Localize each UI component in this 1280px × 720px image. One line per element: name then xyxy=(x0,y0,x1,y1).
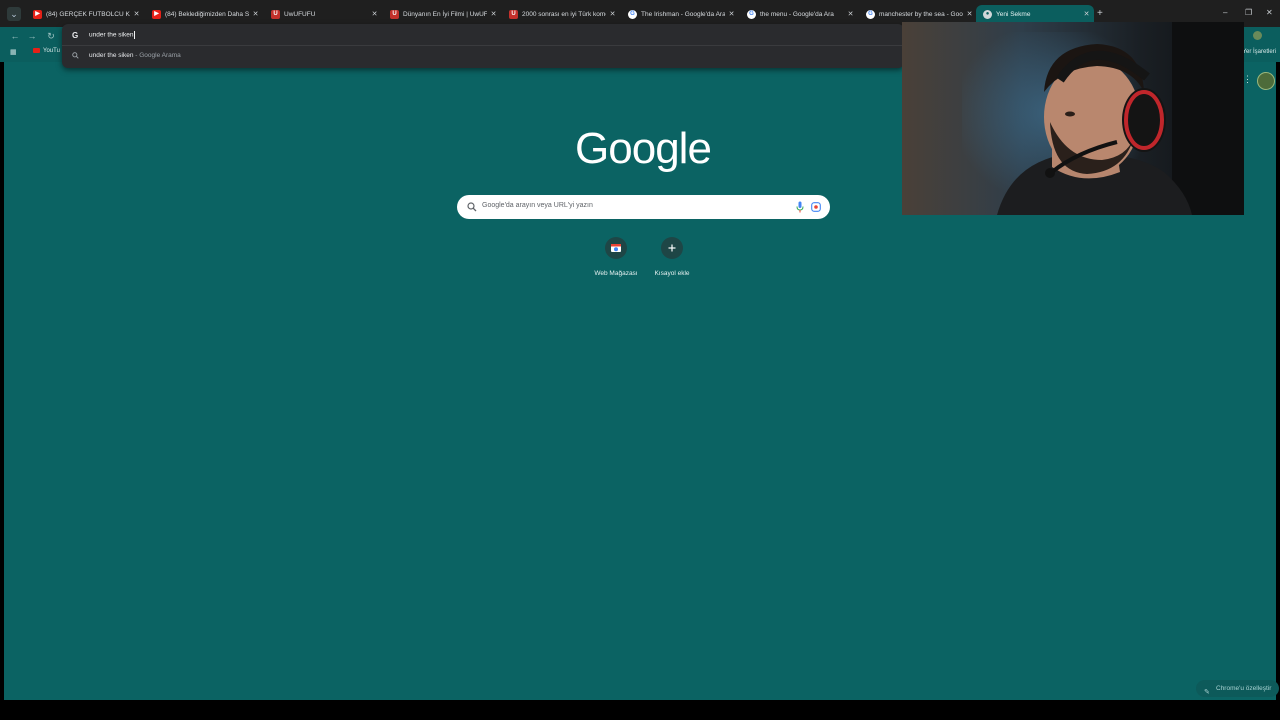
avatar[interactable] xyxy=(1257,72,1275,90)
webcam-image xyxy=(902,22,1244,215)
maximize-icon[interactable]: ❐ xyxy=(1245,8,1252,18)
google-icon: G xyxy=(628,10,637,19)
text-caret xyxy=(134,31,136,39)
youtube-icon: ▶ xyxy=(152,10,161,19)
shortcut-web-store[interactable]: Web Mağazası xyxy=(586,237,646,277)
google-icon: G xyxy=(72,31,79,40)
tab[interactable]: ▶ (84) GERÇEK FUTBOLCU KARŞI ✕ xyxy=(26,5,144,24)
omnibox-suggestion[interactable]: under the siken - Google Arama xyxy=(62,46,904,66)
back-icon[interactable]: ← xyxy=(8,29,22,43)
tab[interactable]: U Dünyanın En İyi Filmi | UwUFUF ✕ xyxy=(383,5,501,24)
web-store-icon xyxy=(605,237,627,259)
chrome-icon: ● xyxy=(983,10,992,19)
uwufufu-icon: U xyxy=(509,10,518,19)
google-lens-icon[interactable] xyxy=(811,202,821,212)
reload-icon[interactable]: ↻ xyxy=(44,29,58,43)
tab-title: (84) GERÇEK FUTBOLCU KARŞI xyxy=(46,11,130,18)
bookmark-youtube[interactable]: YouTu xyxy=(33,48,60,54)
other-bookmarks[interactable]: Yer İşaretleri xyxy=(1243,49,1276,55)
tab-search-chevron-icon[interactable]: ⌄ xyxy=(7,7,21,21)
close-tab-icon[interactable]: ✕ xyxy=(846,5,855,24)
close-tab-icon[interactable]: ✕ xyxy=(370,5,379,24)
tab-title: (84) Beklediğimizden Daha Sa xyxy=(165,11,249,18)
google-icon: G xyxy=(866,10,875,19)
apps-grid-icon[interactable]: ▦ xyxy=(10,49,18,57)
tab-title: The Irishman - Google'da Ara xyxy=(641,11,725,18)
plus-icon xyxy=(661,237,683,259)
tab[interactable]: U 2000 sonrası en iyi Türk komed ✕ xyxy=(502,5,620,24)
uwufufu-icon: U xyxy=(390,10,399,19)
webcam-overlay xyxy=(902,22,1244,215)
address-input-text: under the siken xyxy=(89,31,134,39)
forward-icon[interactable]: → xyxy=(25,29,39,43)
microphone-icon[interactable] xyxy=(796,201,804,213)
extension-icon[interactable] xyxy=(1253,31,1262,40)
tab-title: UwUFUFU xyxy=(284,11,316,18)
shortcut-label: Kısayol ekle xyxy=(654,270,690,277)
minimize-icon[interactable]: – xyxy=(1223,8,1227,18)
close-tab-icon[interactable]: ✕ xyxy=(608,5,617,24)
new-tab-button[interactable]: + xyxy=(1097,8,1103,20)
close-tab-icon[interactable]: ✕ xyxy=(132,5,141,24)
suggestion-query: under the siken xyxy=(89,52,134,59)
more-options-icon[interactable]: ⋮ xyxy=(1243,74,1252,85)
suggestion-text: under the siken - Google Arama xyxy=(89,52,181,59)
google-logo: Google xyxy=(575,124,712,173)
uwufufu-icon: U xyxy=(271,10,280,19)
youtube-icon: ▶ xyxy=(33,10,42,19)
close-tab-icon[interactable]: ✕ xyxy=(489,5,498,24)
tab[interactable]: U UwUFUFU ✕ xyxy=(264,5,382,24)
customize-label: Chrome'u özelleştir xyxy=(1216,685,1272,692)
tab[interactable]: G the menu - Google'da Ara ✕ xyxy=(740,5,858,24)
youtube-icon xyxy=(33,48,40,53)
tab-title: 2000 sonrası en iyi Türk komed xyxy=(522,11,606,18)
suggestion-source: - Google Arama xyxy=(133,52,181,59)
tab[interactable]: G The Irishman - Google'da Ara ✕ xyxy=(621,5,739,24)
close-tab-icon[interactable]: ✕ xyxy=(251,5,260,24)
close-tab-icon[interactable]: ✕ xyxy=(727,5,736,24)
search-icon xyxy=(467,202,477,212)
close-window-icon[interactable]: ✕ xyxy=(1266,8,1273,18)
search-icon xyxy=(72,52,79,59)
tab-title: the menu - Google'da Ara xyxy=(760,11,834,18)
tab-title: Dünyanın En İyi Filmi | UwUFUF xyxy=(403,11,487,18)
bottom-bar xyxy=(0,700,1280,720)
customize-chrome-button[interactable]: ✎ Chrome'u özelleştir xyxy=(1196,680,1280,697)
omnibox[interactable]: G under the siken under the siken - Goog… xyxy=(62,24,904,68)
tab[interactable]: ▶ (84) Beklediğimizden Daha Sa ✕ xyxy=(145,5,263,24)
shortcut-label: Web Mağazası xyxy=(594,270,638,277)
bookmark-label: YouTu xyxy=(43,48,60,55)
address-input[interactable]: under the siken xyxy=(89,31,136,39)
search-input[interactable]: Google'da arayın veya URL'yi yazın xyxy=(457,195,830,219)
search-placeholder: Google'da arayın veya URL'yi yazın xyxy=(482,202,593,209)
google-icon: G xyxy=(747,10,756,19)
pencil-icon: ✎ xyxy=(1204,689,1210,696)
shortcut-add[interactable]: Kısayol ekle xyxy=(642,237,702,277)
